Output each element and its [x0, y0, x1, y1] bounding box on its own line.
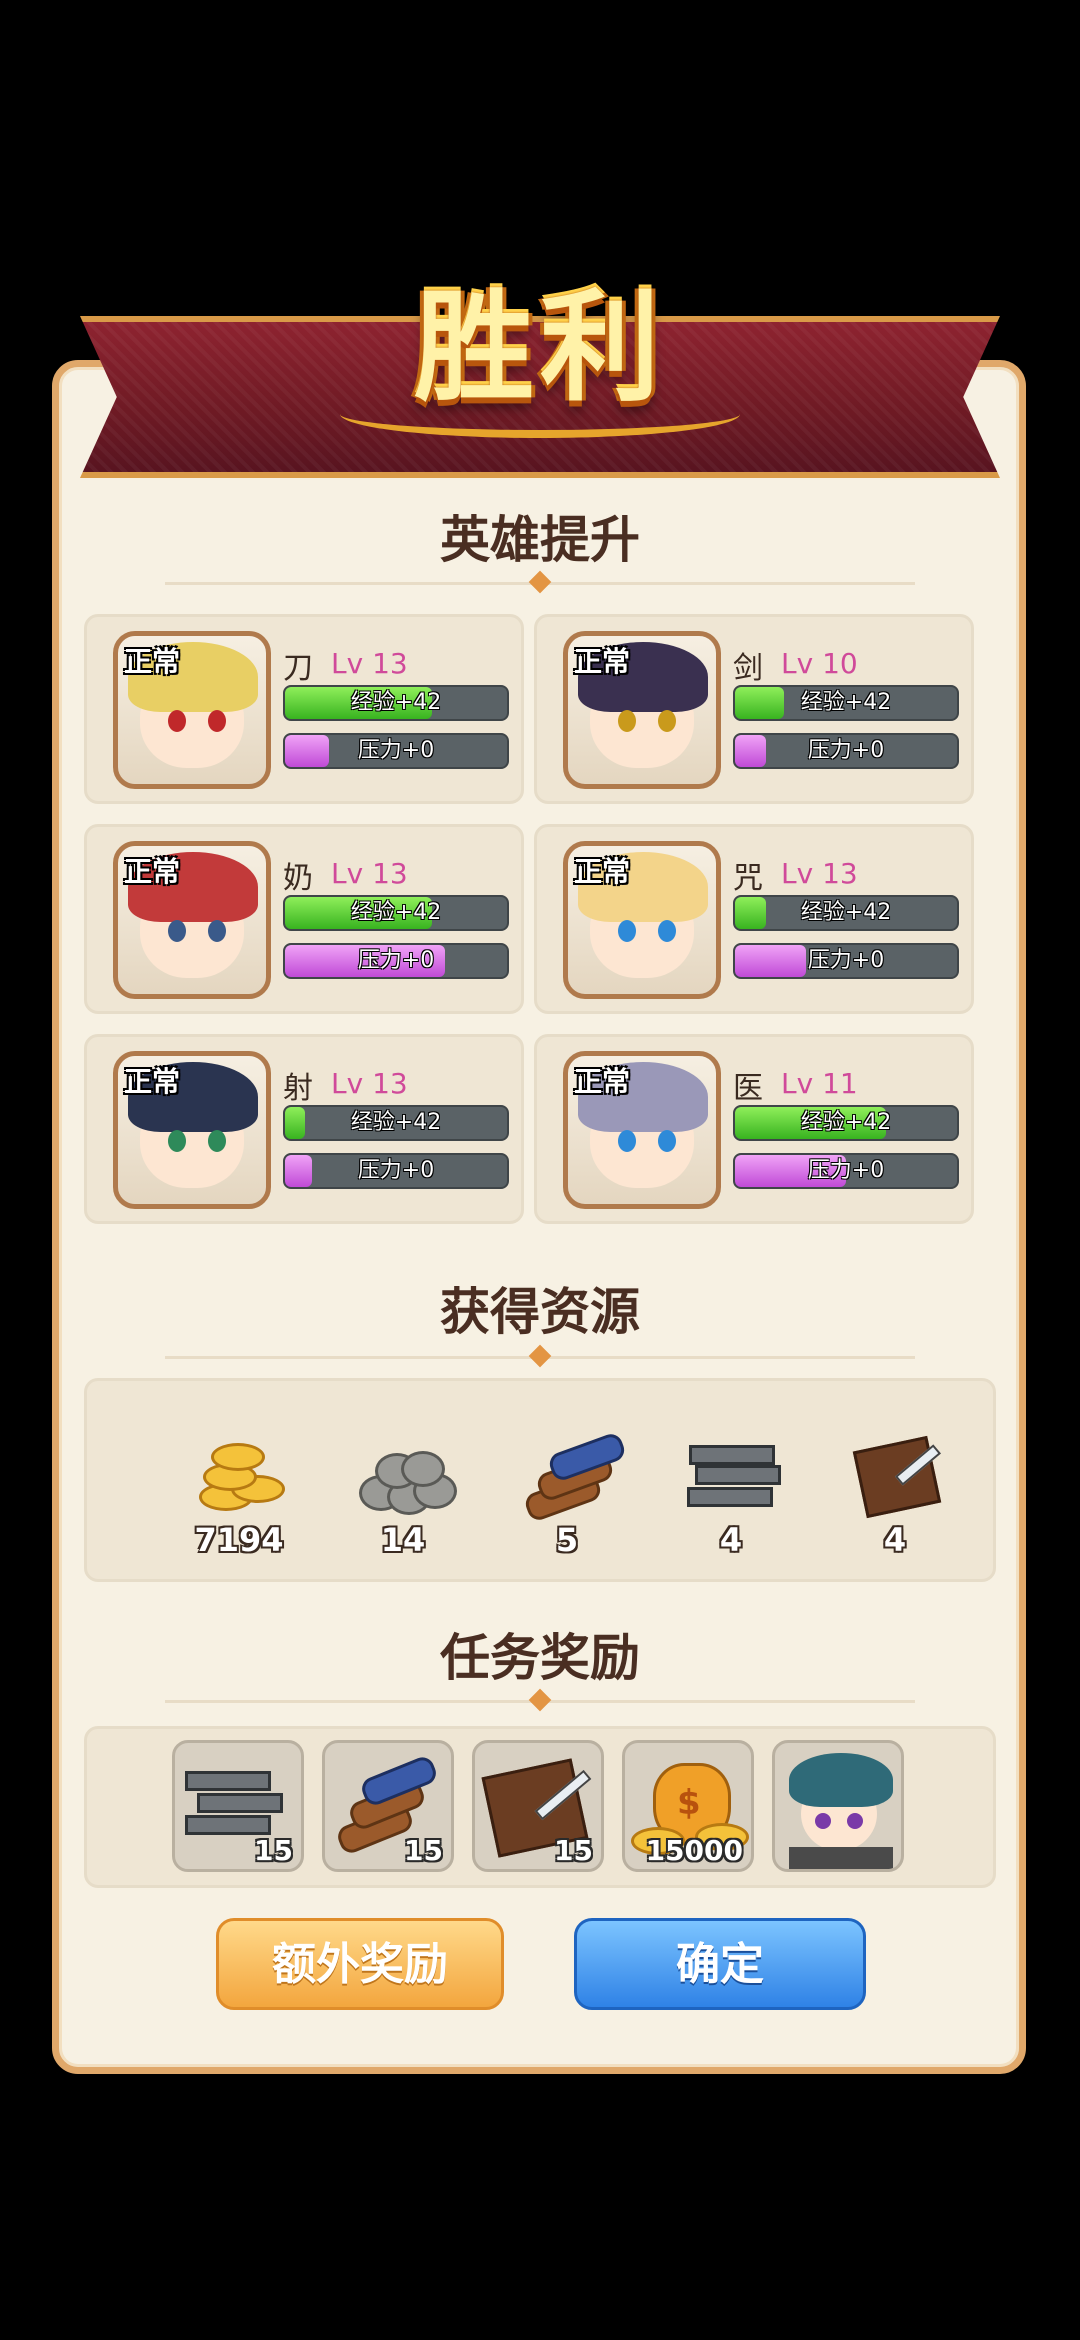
- resource-item[interactable]: 5: [507, 1430, 628, 1559]
- wood-logs-icon: [519, 1430, 628, 1524]
- hero-card[interactable]: 正常 刀 Lv 13 经验+42 压力+0: [84, 614, 524, 804]
- victory-title: 胜利: [414, 277, 666, 418]
- stress-bar-label: 压力+0: [357, 948, 435, 973]
- hero-status: 正常: [124, 1065, 181, 1098]
- section-title-resources: 获得资源: [440, 1283, 640, 1341]
- reward-slot[interactable]: 15: [472, 1740, 604, 1872]
- hero-status: 正常: [124, 645, 181, 678]
- hero-name: 刀: [283, 651, 313, 686]
- reward-slot[interactable]: [772, 1740, 904, 1872]
- hero-eye: [658, 710, 676, 732]
- exp-bar: 经验+42: [733, 685, 959, 721]
- hero-level: Lv 13: [331, 857, 408, 890]
- extra-reward-button[interactable]: 额外奖励: [216, 1918, 504, 2010]
- hero-card[interactable]: 正常 射 Lv 13 经验+42 压力+0: [84, 1034, 524, 1224]
- stress-bar: 压力+0: [283, 1153, 509, 1189]
- resource-count: 5: [555, 1521, 579, 1559]
- hero-status: 正常: [124, 855, 181, 888]
- stress-bar-label: 压力+0: [807, 1158, 885, 1183]
- hero-level: Lv 11: [781, 1067, 858, 1100]
- hero-eye: [658, 1130, 676, 1152]
- hero-level: Lv 10: [781, 647, 858, 680]
- hero-eye: [208, 710, 226, 732]
- gold-coins-icon: [191, 1435, 287, 1515]
- resource-item[interactable]: 4: [671, 1435, 791, 1559]
- hero-eye: [168, 920, 186, 942]
- resources-box: 7194 14 5 4 4: [84, 1378, 996, 1582]
- hero-level: Lv 13: [331, 647, 408, 680]
- hero-status: 正常: [574, 645, 631, 678]
- section-title-heroes: 英雄提升: [440, 511, 640, 569]
- resource-item[interactable]: 4: [835, 1435, 955, 1559]
- exp-bar: 经验+42: [733, 895, 959, 931]
- iron-ingot-icon: [683, 1435, 781, 1515]
- exp-bar-label: 经验+42: [350, 1110, 442, 1135]
- hero-status: 正常: [574, 1065, 631, 1098]
- resource-count: 14: [380, 1521, 426, 1559]
- stone-icon: [355, 1435, 457, 1515]
- hero-portrait: 正常: [113, 1051, 271, 1209]
- hero-portrait: 正常: [113, 631, 271, 789]
- hero-level: Lv 13: [781, 857, 858, 890]
- hero-eye: [658, 920, 676, 942]
- hero-eye: [618, 710, 636, 732]
- hero-eye: [208, 920, 226, 942]
- hero-name: 咒: [733, 861, 763, 896]
- stress-bar-label: 压力+0: [807, 948, 885, 973]
- hero-name: 射: [283, 1071, 313, 1106]
- exp-bar-label: 经验+42: [800, 1110, 892, 1135]
- stress-bar: 压力+0: [283, 943, 509, 979]
- hero-card[interactable]: 正常 医 Lv 11 经验+42 压力+0: [534, 1034, 974, 1224]
- resource-item[interactable]: 14: [343, 1435, 463, 1559]
- reward-slot[interactable]: 15: [322, 1740, 454, 1872]
- resource-count: 4: [719, 1521, 743, 1559]
- reward-slot[interactable]: 15: [172, 1740, 304, 1872]
- resource-item[interactable]: 7194: [179, 1435, 299, 1559]
- reward-count: 15: [404, 1834, 443, 1867]
- stress-bar-label: 压力+0: [807, 738, 885, 763]
- hero-portrait: 正常: [563, 631, 721, 789]
- hero-eye: [208, 1130, 226, 1152]
- exp-bar: 经验+42: [733, 1105, 959, 1141]
- reward-count: 15: [254, 1834, 293, 1867]
- stress-bar: 压力+0: [733, 1153, 959, 1189]
- exp-bar: 经验+42: [283, 1105, 509, 1141]
- reward-count: 15: [554, 1834, 593, 1867]
- hero-eye: [168, 710, 186, 732]
- hero-portrait: 正常: [563, 841, 721, 999]
- stress-bar: 压力+0: [733, 733, 959, 769]
- exp-bar-label: 经验+42: [350, 690, 442, 715]
- confirm-button[interactable]: 确定: [574, 1918, 866, 2010]
- stress-bar-label: 压力+0: [357, 1158, 435, 1183]
- hero-level: Lv 13: [331, 1067, 408, 1100]
- hero-portrait: 正常: [563, 1051, 721, 1209]
- hero-portrait: 正常: [113, 841, 271, 999]
- stress-bar: 压力+0: [283, 733, 509, 769]
- exp-bar: 经验+42: [283, 895, 509, 931]
- hero-card[interactable]: 正常 咒 Lv 13 经验+42 压力+0: [534, 824, 974, 1014]
- hero-eye: [168, 1130, 186, 1152]
- reward-count: 15000: [645, 1834, 743, 1867]
- hero-name: 医: [733, 1071, 763, 1106]
- hero-card[interactable]: 正常 奶 Lv 13 经验+42 压力+0: [84, 824, 524, 1014]
- reward-slot[interactable]: $ 15000: [622, 1740, 754, 1872]
- exp-bar-label: 经验+42: [350, 900, 442, 925]
- hero-card[interactable]: 正常 剑 Lv 10 经验+42 压力+0: [534, 614, 974, 804]
- stress-bar-label: 压力+0: [357, 738, 435, 763]
- exp-bar-label: 经验+42: [800, 900, 892, 925]
- stress-bar: 压力+0: [733, 943, 959, 979]
- hero-eye: [618, 1130, 636, 1152]
- hero-eye: [618, 920, 636, 942]
- resource-count: 4: [883, 1521, 907, 1559]
- resource-count: 7194: [194, 1521, 284, 1559]
- hero-name: 奶: [283, 861, 313, 896]
- exp-bar-label: 经验+42: [800, 690, 892, 715]
- hero-name: 剑: [733, 651, 763, 686]
- hero-status: 正常: [574, 855, 631, 888]
- exp-bar: 经验+42: [283, 685, 509, 721]
- leather-icon: [847, 1435, 943, 1519]
- section-title-quest-rewards: 任务奖励: [440, 1629, 640, 1687]
